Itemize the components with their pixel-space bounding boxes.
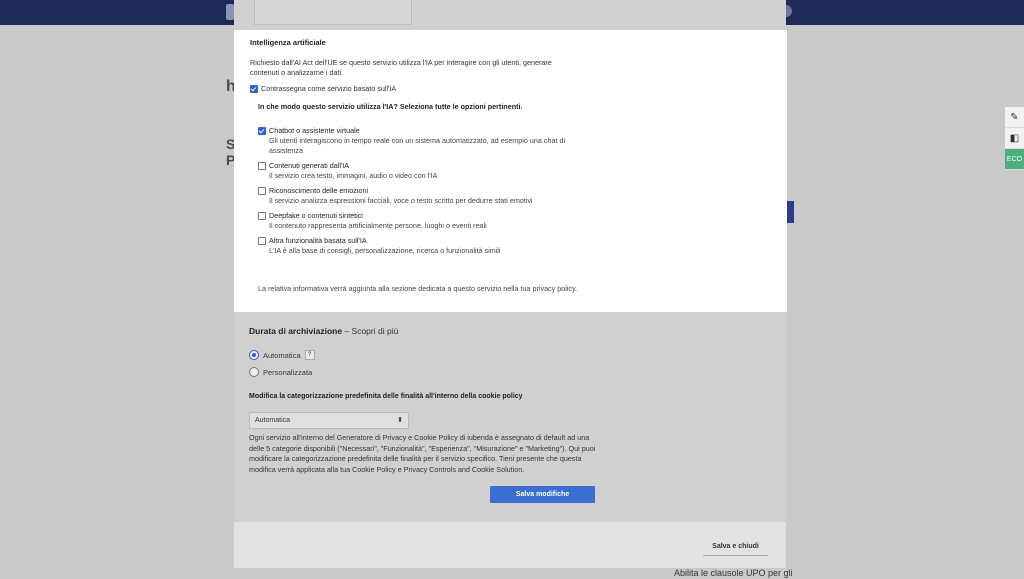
ai-option-checkbox[interactable] (258, 162, 266, 170)
retention-separator: – (344, 326, 352, 336)
ai-mark-label: Contrassegna come servizio basato sull'I… (261, 84, 397, 93)
radio-automatic[interactable] (249, 350, 259, 360)
ai-option-label: Deepfake o contenuti sintetici (269, 211, 363, 220)
ai-option-label: Contenuti generati dall'IA (269, 161, 350, 170)
save-changes-button[interactable]: Salva modifiche (490, 486, 595, 503)
side-tabs: ✎ ◧ ECO (1005, 107, 1024, 170)
save-and-close-button[interactable]: Salva e chiudi (703, 538, 768, 556)
ai-option-description: L'IA è alla base di consigli, personaliz… (269, 246, 501, 255)
ai-option-checkbox[interactable] (258, 127, 266, 135)
ai-option-checkbox[interactable] (258, 237, 266, 245)
categorization-paragraph: Ogni servizio all'interno del Generatore… (249, 433, 596, 474)
ai-option-description: Il servizio analizza espressioni faccial… (269, 196, 533, 205)
ai-option-generated-content[interactable]: Contenuti generati dall'IA Il servizio c… (258, 161, 770, 181)
retention-learn-more-link[interactable]: Scopri di più (352, 326, 399, 336)
ai-mark-row[interactable]: Contrassegna come servizio basato sull'I… (250, 84, 770, 94)
ai-option-checkbox[interactable] (258, 187, 266, 195)
select-value: Automatica (255, 417, 291, 424)
ai-usage-options: Chatbot o assistente virtuale Gli utenti… (258, 126, 770, 256)
ai-option-description: Il contenuto rappresenta artificialmente… (269, 221, 487, 230)
ai-section-description: Richiesto dall'AI Act dell'UE se questo … (250, 58, 552, 77)
ai-option-description: Gli utenti interagiscono in tempo reale … (269, 136, 566, 155)
radio-label: Automatica (263, 350, 301, 360)
ai-option-description: Il servizio crea testo, immagini, audio … (269, 171, 438, 180)
ai-option-other[interactable]: Altra funzionalità basata sull'IA L'IA è… (258, 236, 770, 256)
side-tab-edit-icon[interactable]: ✎ (1005, 107, 1024, 128)
radio-label: Personalizzata (263, 367, 313, 377)
ai-option-emotion-recognition[interactable]: Riconoscimento delle emozioni Il servizi… (258, 186, 770, 206)
retention-option-custom[interactable]: Personalizzata (249, 367, 312, 377)
categorization-title: Modifica la categorizzazione predefinita… (249, 393, 523, 400)
select-arrow-icon: ⬍ (397, 417, 403, 424)
ai-mark-checkbox[interactable] (250, 85, 258, 93)
retention-option-automatic[interactable]: Automatica ? (249, 350, 315, 360)
ai-option-chatbot[interactable]: Chatbot o assistente virtuale Gli utenti… (258, 126, 770, 156)
scrolled-field-remnant (254, 0, 412, 25)
ai-option-deepfake[interactable]: Deepfake o contenuti sintetici Il conten… (258, 211, 770, 231)
brand-logo (226, 4, 234, 20)
radio-custom[interactable] (249, 367, 259, 377)
ai-option-label: Riconoscimento delle emozioni (269, 186, 369, 195)
ai-section-panel: Intelligenza artificiale Richiesto dall'… (234, 30, 787, 312)
ai-option-label: Chatbot o assistente virtuale (269, 126, 360, 135)
background-footer-text: Abilita le clausole UPO per gli (674, 568, 793, 578)
retention-title: Durata di archiviazione (249, 326, 343, 336)
side-tab-panel-icon[interactable]: ◧ (1005, 128, 1024, 149)
ai-section-title: Intelligenza artificiale (250, 38, 326, 47)
categorization-select[interactable]: Automatica ⬍ (249, 412, 409, 429)
side-tab-eco[interactable]: ECO (1005, 149, 1024, 170)
background-button (786, 201, 794, 223)
ai-option-checkbox[interactable] (258, 212, 266, 220)
ai-usage-question: In che modo questo servizio utilizza l'I… (258, 102, 523, 111)
help-icon[interactable]: ? (304, 350, 315, 360)
ai-option-label: Altra funzionalità basata sull'IA (269, 236, 367, 245)
ai-policy-info: La relativa informativa verrà aggiunta a… (258, 284, 578, 293)
retention-heading: Durata di archiviazione – Scopri di più (249, 326, 398, 336)
